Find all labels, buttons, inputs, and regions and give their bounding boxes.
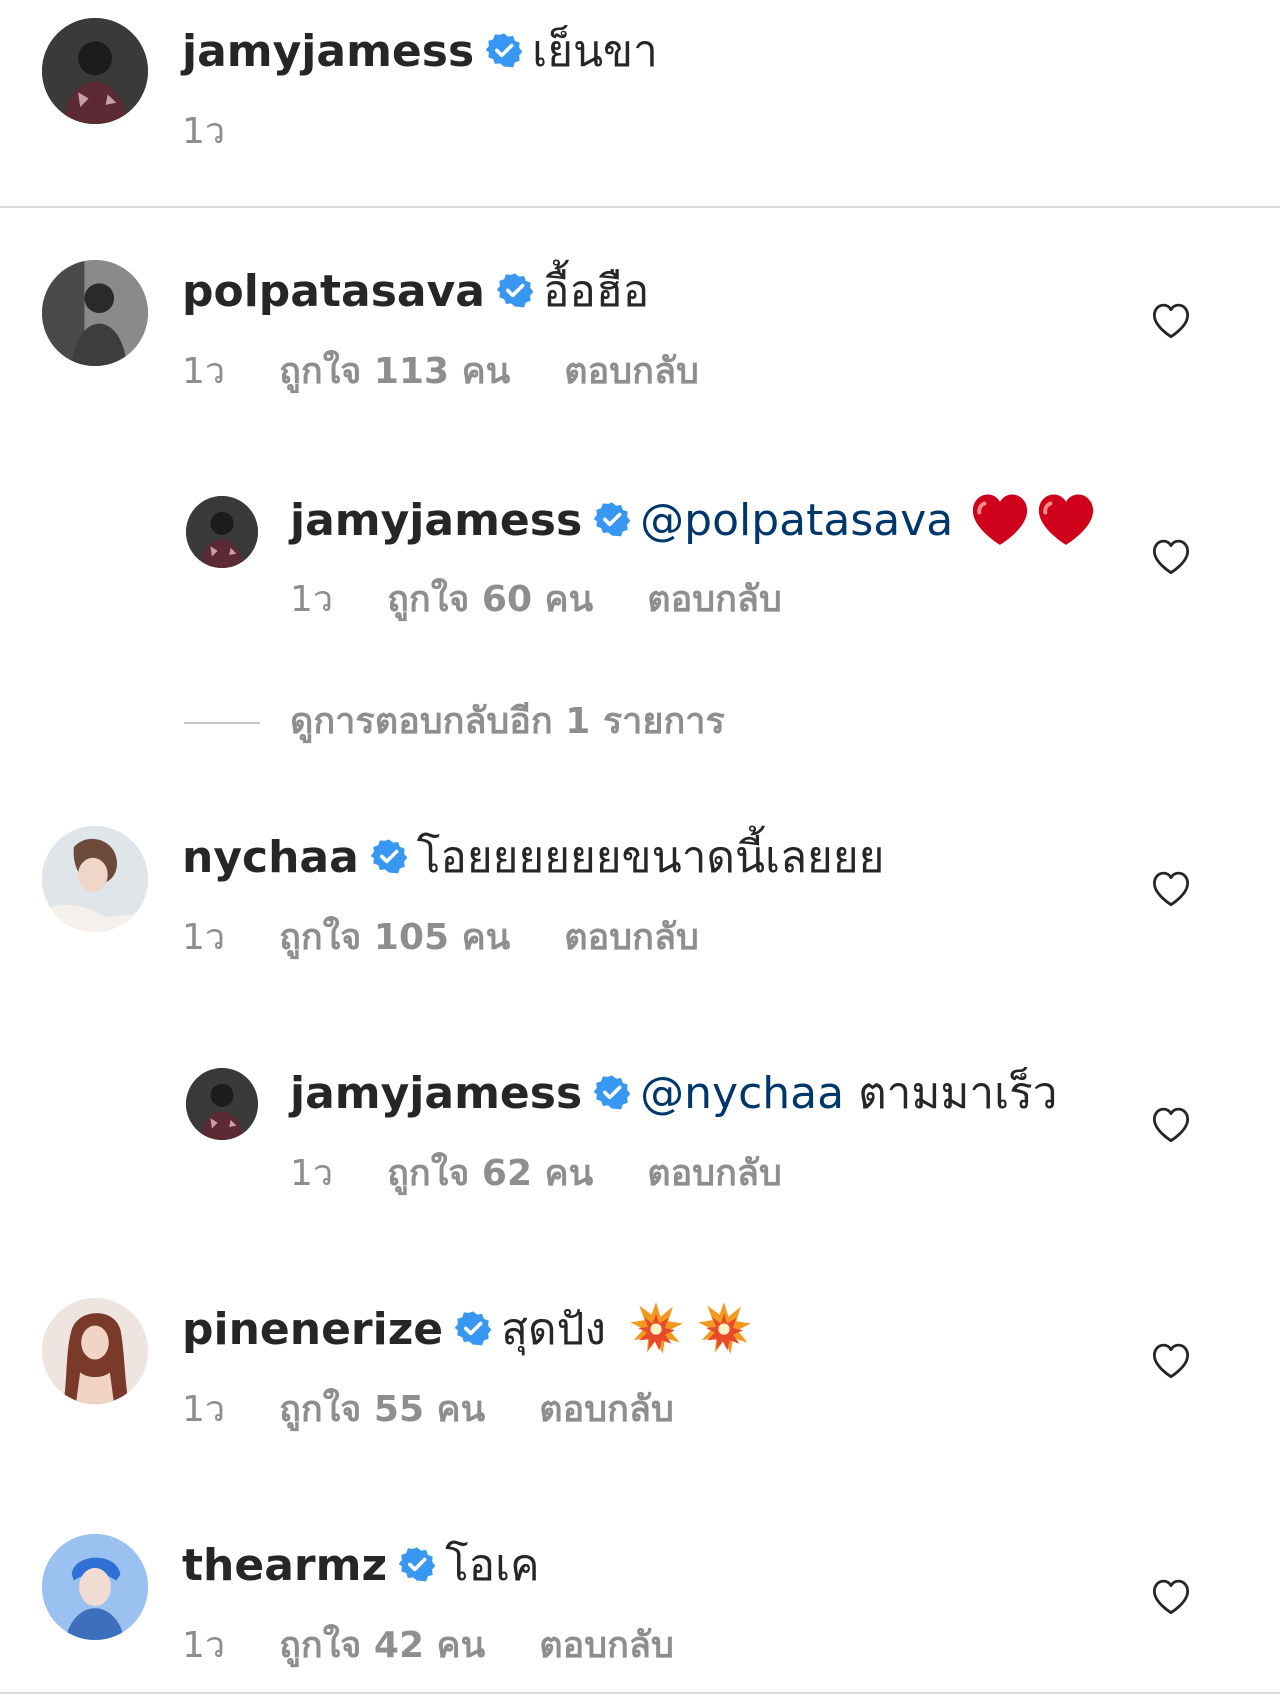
comment-line: jamyjamess @polpatasava [290,494,1097,552]
username[interactable]: pinenerize [182,1304,443,1355]
avatar[interactable] [42,826,148,932]
comment-line: jamyjamess @nychaa ตามมาเร็ว [290,1068,1057,1120]
view-more-replies[interactable]: ดูการตอบกลับอีก 1 รายการ [184,700,725,744]
caption-meta: 1ว [182,110,225,154]
red-heart-emoji [969,490,1031,548]
verified-badge-icon [455,1310,491,1346]
verified-badge-icon [594,1074,630,1110]
username[interactable]: jamyjamess [290,1068,582,1119]
reply-button[interactable]: ตอบกลับ [539,1625,674,1666]
timestamp: 1ว [182,1389,226,1430]
heart-outline-icon[interactable] [1150,1104,1192,1144]
comment-line: thearmz โอเค [182,1540,540,1592]
verified-badge-icon [497,272,533,308]
comment-line: nychaa โอยยยยยยขนาดนี้เลยยย [182,832,884,884]
timestamp: 1ว [290,1153,334,1194]
caption-line: jamyjamess เย็นขา [182,26,658,78]
verified-badge-icon [399,1546,435,1582]
divider [184,722,260,724]
avatar[interactable] [42,18,148,124]
username[interactable]: thearmz [182,1540,387,1591]
comment-text: สุดปัง [501,1304,606,1355]
red-heart-emoji [1035,490,1097,548]
username[interactable]: jamyjamess [290,495,582,546]
timestamp: 1ว [290,579,334,620]
like-count[interactable]: ถูกใจ 42 คน [279,1625,485,1666]
heart-outline-icon[interactable] [1150,1340,1192,1380]
comment-meta: 1ว ถูกใจ 60 คน ตอบกลับ [290,578,782,622]
comment-meta: 1ว ถูกใจ 55 คน ตอบกลับ [182,1388,674,1432]
verified-badge-icon [594,501,630,537]
divider [0,1692,1280,1694]
avatar[interactable] [42,260,148,366]
post-caption: jamyjamess เย็นขา 1ว [0,0,1280,208]
comment-line: pinenerize สุดปัง [182,1304,752,1360]
caption-text: เย็นขา [532,26,658,77]
avatar[interactable] [42,1298,148,1404]
comment-meta: 1ว ถูกใจ 62 คน ตอบกลับ [290,1152,782,1196]
reply-button[interactable]: ตอบกลับ [647,579,782,620]
avatar[interactable] [186,496,258,568]
comment-meta: 1ว ถูกใจ 113 คน ตอบกลับ [182,350,699,394]
avatar[interactable] [42,1534,148,1640]
timestamp: 1ว [182,351,226,392]
reply-button[interactable]: ตอบกลับ [539,1389,674,1430]
heart-outline-icon[interactable] [1150,1576,1192,1616]
like-count[interactable]: ถูกใจ 113 คน [279,351,510,392]
timestamp: 1ว [182,111,226,152]
comment-text: ตามมาเร็ว [858,1068,1058,1119]
collision-emoji [696,1300,752,1356]
like-count[interactable]: ถูกใจ 62 คน [387,1153,593,1194]
username[interactable]: nychaa [182,832,359,883]
like-count[interactable]: ถูกใจ 105 คน [279,917,510,958]
timestamp: 1ว [182,917,226,958]
reply-button[interactable]: ตอบกลับ [647,1153,782,1194]
verified-badge-icon [371,838,407,874]
timestamp: 1ว [182,1625,226,1666]
reply-button[interactable]: ตอบกลับ [564,351,699,392]
reply-button[interactable]: ตอบกลับ [564,917,699,958]
comment-text: โอเค [445,1540,540,1591]
comment-text: โอยยยยยยขนาดนี้เลยยย [416,832,885,883]
like-count[interactable]: ถูกใจ 60 คน [387,579,593,620]
collision-emoji [628,1300,684,1356]
comment-text: อื้อฮือ [542,266,650,317]
username[interactable]: polpatasava [182,266,485,317]
comment-meta: 1ว ถูกใจ 42 คน ตอบกลับ [182,1624,674,1668]
mention-link[interactable]: @polpatasava [640,495,953,546]
heart-outline-icon[interactable] [1150,536,1192,576]
like-count[interactable]: ถูกใจ 55 คน [279,1389,485,1430]
avatar[interactable] [186,1068,258,1140]
heart-outline-icon[interactable] [1150,868,1192,908]
heart-outline-icon[interactable] [1150,300,1192,340]
comment-meta: 1ว ถูกใจ 105 คน ตอบกลับ [182,916,699,960]
username[interactable]: jamyjamess [182,26,474,77]
verified-badge-icon [486,32,522,68]
comment-line: polpatasava อื้อฮือ [182,266,649,318]
view-more-replies-label[interactable]: ดูการตอบกลับอีก 1 รายการ [290,701,725,742]
mention-link[interactable]: @nychaa [640,1068,844,1119]
